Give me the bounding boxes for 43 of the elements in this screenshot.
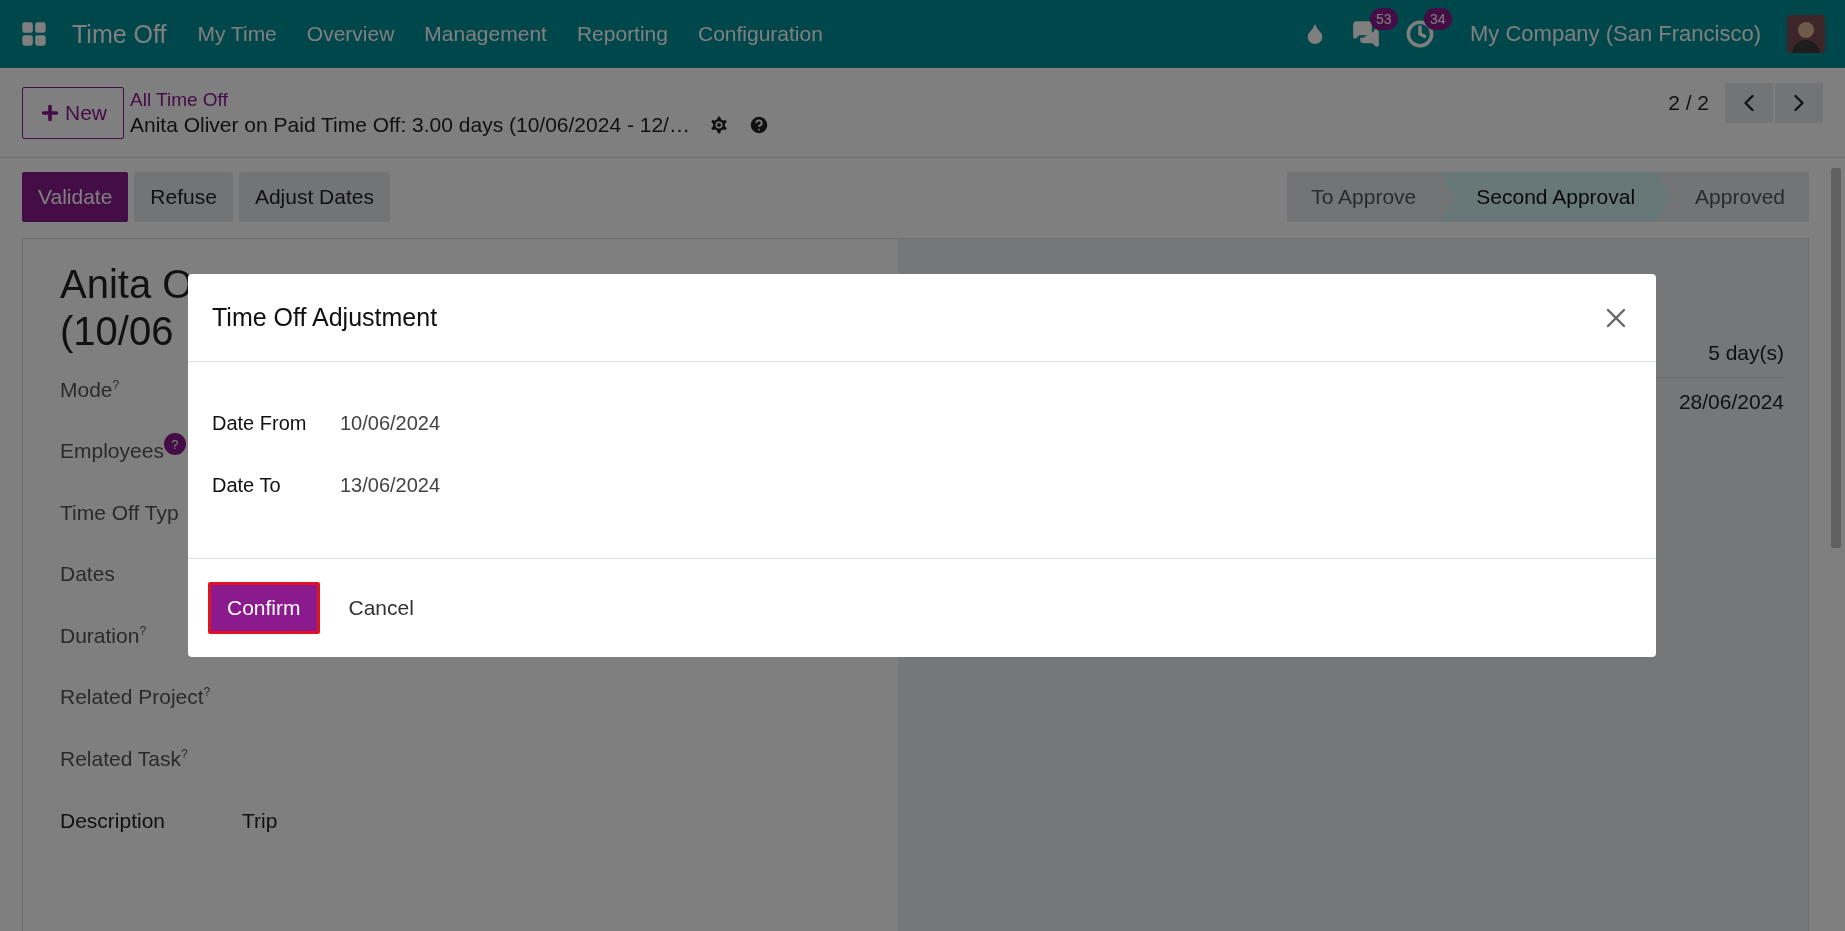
field-label: Related Project$^{?}$ xyxy=(60,685,211,710)
dialog-button[interactable]: Confirm xyxy=(208,582,320,634)
action-button[interactable]: Refuse xyxy=(134,172,233,222)
field-value: 28/06/2024 xyxy=(1678,389,1784,415)
field-label: Date To xyxy=(212,473,282,497)
scrollbar[interactable] xyxy=(1831,168,1841,548)
field-label: Description xyxy=(60,808,166,833)
help-badge[interactable]: ? xyxy=(163,433,186,456)
field-label: Date From xyxy=(212,411,308,435)
field-value: 10/06/2024 xyxy=(340,411,441,435)
menu-item[interactable]: Reporting xyxy=(561,22,683,46)
app-name[interactable]: Time Off xyxy=(72,19,167,49)
status-stage[interactable]: Second Approval xyxy=(1440,172,1672,222)
action-button[interactable]: Adjust Dates xyxy=(238,172,390,222)
message-count: 53 xyxy=(1370,8,1398,30)
field-label: Dates xyxy=(60,562,115,587)
field-label: Mode$^{?}$ xyxy=(60,377,120,402)
record-title: Anita Oliver on Paid Time Off: 3.00 days (10/06/2024 - 12/… xyxy=(130,112,690,137)
field-label: Employees xyxy=(60,439,164,464)
help-icon[interactable] xyxy=(747,113,770,136)
dialog-title: Time Off Adjustment xyxy=(212,303,438,332)
action-button[interactable]: Validate xyxy=(22,172,129,222)
field-value: 13/06/2024 xyxy=(340,473,441,497)
avatar-icon[interactable] xyxy=(1787,15,1825,53)
field-label: Time Off Typ xyxy=(60,500,179,525)
apps-menu-icon[interactable] xyxy=(20,20,48,48)
menu-item[interactable]: My Time xyxy=(182,22,292,46)
menu-item[interactable]: Configuration xyxy=(683,22,838,46)
field-value: 5 day(s) xyxy=(1708,340,1784,366)
activity-count: 34 xyxy=(1424,8,1452,30)
menu-item[interactable]: Management xyxy=(409,22,562,46)
new-button[interactable]: New xyxy=(22,86,124,139)
dialog-button[interactable]: Cancel xyxy=(329,582,433,634)
field-label: Related Task$^{?}$ xyxy=(60,746,188,771)
previous-button[interactable] xyxy=(1725,82,1773,123)
menu-item[interactable]: Overview xyxy=(291,22,410,46)
field-label: Duration$^{?}$ xyxy=(60,623,147,648)
next-button[interactable] xyxy=(1775,82,1823,123)
breadcrumb-link[interactable]: All Time Off xyxy=(130,88,770,111)
field-value: Trip xyxy=(242,808,278,833)
company-name[interactable]: My Company (San Francisco) xyxy=(1470,21,1761,47)
pager-counter: 2 / 2 xyxy=(1668,90,1709,115)
record-heading: (10/06 xyxy=(60,308,174,355)
